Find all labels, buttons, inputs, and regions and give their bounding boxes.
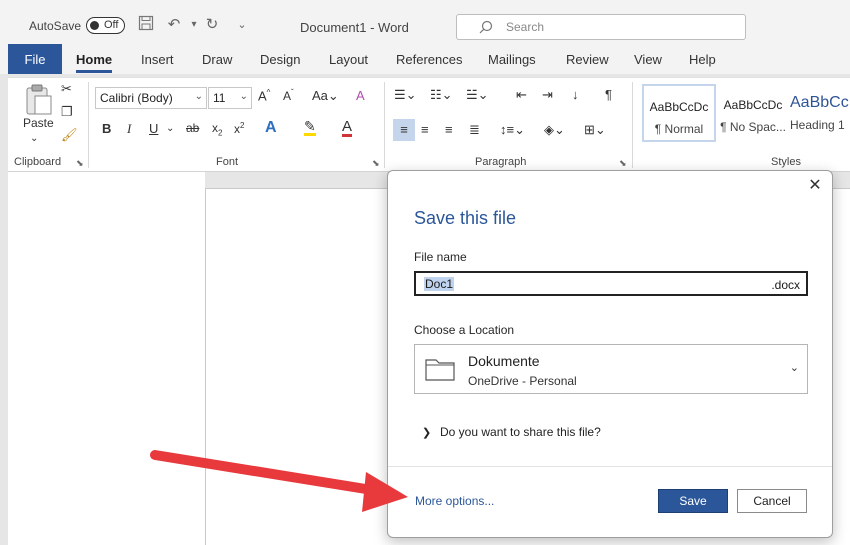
annotation-arrow-icon xyxy=(150,450,408,512)
